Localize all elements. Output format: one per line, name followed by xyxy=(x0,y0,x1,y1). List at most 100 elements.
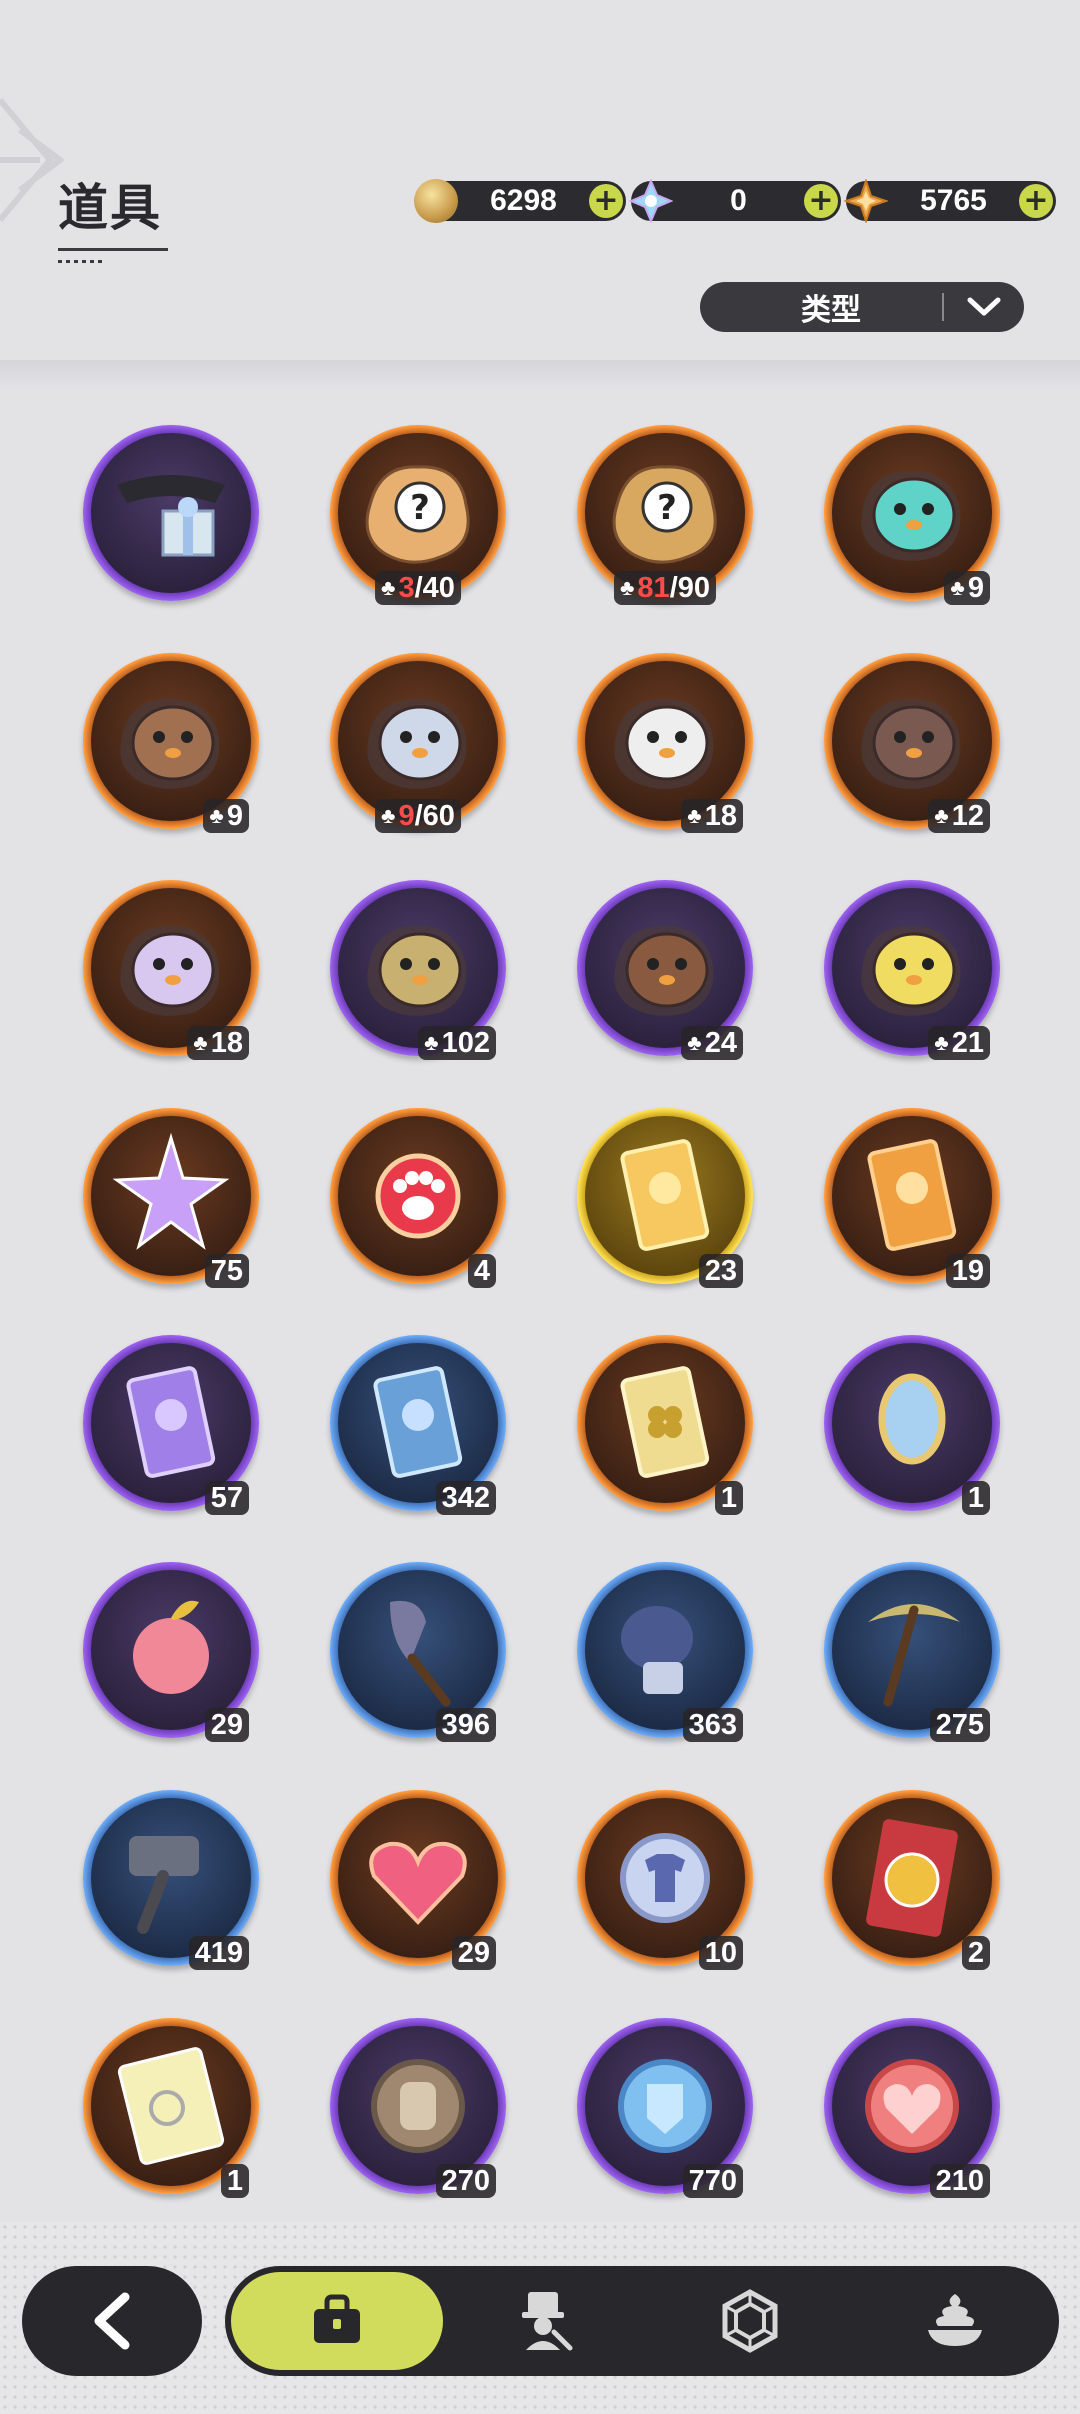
hammer[interactable]: 419 xyxy=(83,1790,259,1970)
white-creature-fragment-icon xyxy=(614,698,714,789)
frog-fragment-icon xyxy=(367,925,467,1016)
shovel[interactable]: 396 xyxy=(330,1562,506,1742)
star-crystal[interactable]: 75 xyxy=(83,1108,259,1288)
bear-fragment-icon xyxy=(120,698,220,789)
item-count: 18 xyxy=(704,800,737,832)
item-count-badge: 75 xyxy=(204,1254,249,1288)
pickaxe-icon xyxy=(868,1604,960,1707)
tab-character[interactable] xyxy=(440,2272,650,2370)
back-button[interactable] xyxy=(22,2266,202,2376)
item-count-badge: 210 xyxy=(929,2164,990,2198)
tab-gems[interactable] xyxy=(645,2272,855,2370)
type-filter-dropdown[interactable]: 类型 xyxy=(700,282,1024,332)
bear-fragment[interactable]: ♣ 9 xyxy=(83,653,259,833)
puzzle-piece-icon: ♣ xyxy=(687,1030,702,1055)
add-crystal-button[interactable]: + xyxy=(804,184,838,218)
random-fragment-gold[interactable]: ? ♣ 81/90 xyxy=(577,425,753,605)
item-count: 21 xyxy=(951,1027,984,1059)
lilac-creature-fragment[interactable]: ♣ 18 xyxy=(83,880,259,1060)
knight-fragment[interactable]: ♣ 9/60 xyxy=(330,653,506,833)
knight-fragment-icon xyxy=(367,698,467,789)
chevron-down-icon xyxy=(944,295,1024,319)
add-star-gem-button[interactable]: + xyxy=(1019,184,1053,218)
teal-bird-fragment-icon xyxy=(861,470,961,561)
gift-box-item-icon xyxy=(117,475,225,557)
item-count-badge: ♣ 18 xyxy=(681,799,743,833)
white-creature-fragment[interactable]: ♣ 18 xyxy=(577,653,753,833)
gauntlet[interactable]: 363 xyxy=(577,1562,753,1742)
frog-fragment[interactable]: ♣ 102 xyxy=(330,880,506,1060)
back-arrow-icon xyxy=(94,2292,130,2350)
blue-card[interactable]: 342 xyxy=(330,1335,506,1515)
item-count-badge: 4 xyxy=(467,1254,496,1288)
currency-crystal: 0 + xyxy=(629,179,841,223)
item-count-badge: ♣ 18 xyxy=(187,1026,249,1060)
ruby-heart[interactable]: 29 xyxy=(330,1790,506,1970)
rainbow-ticket[interactable]: 1 xyxy=(83,2018,259,2198)
item-count: 29 xyxy=(457,1937,490,1969)
pickaxe[interactable]: 275 xyxy=(824,1562,1000,1742)
paw-charm[interactable]: 4 xyxy=(330,1108,506,1288)
item-count: 9 xyxy=(226,800,243,832)
item-count: 363 xyxy=(688,1709,737,1741)
currency-gold: 6298 + xyxy=(414,179,626,223)
star-crystal-icon xyxy=(112,1132,230,1250)
item-count: 24 xyxy=(704,1027,737,1059)
shovel-icon xyxy=(390,1600,451,1707)
gift-box-item[interactable] xyxy=(83,425,259,601)
clover-card[interactable]: 1 xyxy=(577,1335,753,1515)
item-count-badge: 419 xyxy=(188,1936,249,1970)
random-fragment-orange[interactable]: ? ♣ 3/40 xyxy=(330,425,506,605)
character-icon xyxy=(522,2292,573,2351)
gold-coin-icon xyxy=(414,179,458,223)
item-count: 10 xyxy=(704,1937,737,1969)
item-count-badge: 363 xyxy=(682,1708,743,1742)
item-count: 18 xyxy=(210,1027,243,1059)
fragment-required-count: /40 xyxy=(414,572,455,604)
item-count: 75 xyxy=(210,1255,243,1287)
fragment-required-count: /90 xyxy=(669,572,711,604)
item-count: 419 xyxy=(194,1937,243,1969)
orange-card[interactable]: 19 xyxy=(824,1108,1000,1288)
puzzle-piece-icon: ♣ xyxy=(209,803,224,828)
fist-coin-icon xyxy=(371,2059,465,2153)
item-count: 9 xyxy=(967,572,984,604)
item-count: 210 xyxy=(935,2165,984,2197)
item-count-badge: 275 xyxy=(929,1708,990,1742)
item-count-badge: 396 xyxy=(435,1708,496,1742)
item-count-badge: 10 xyxy=(698,1936,743,1970)
item-count-badge: 270 xyxy=(435,2164,496,2198)
add-gold-button[interactable]: + xyxy=(589,184,623,218)
fragment-owned-count: 9 xyxy=(398,800,415,832)
currency-star-gem: 5765 + xyxy=(844,179,1056,223)
puzzle-piece-icon: ♣ xyxy=(381,803,396,828)
wheel-ticket[interactable]: 2 xyxy=(824,1790,1000,1970)
gold-card-icon xyxy=(620,1139,710,1251)
tab-items[interactable] xyxy=(231,2272,443,2370)
pink-apple[interactable]: 29 xyxy=(83,1562,259,1742)
item-count-badge: 29 xyxy=(204,1708,249,1742)
item-count-badge: 1 xyxy=(220,2164,249,2198)
puzzle-piece-icon: ♣ xyxy=(687,803,702,828)
item-count-badge: 57 xyxy=(204,1481,249,1515)
page-title-block: 道具 xyxy=(58,168,168,263)
dark-bear-fragment[interactable]: ♣ 12 xyxy=(824,653,1000,833)
heart-coin[interactable]: 210 xyxy=(824,2018,1000,2198)
shirt-coin-icon xyxy=(620,1833,710,1923)
blue-emblem-coin[interactable]: 770 xyxy=(577,2018,753,2198)
tab-dessert[interactable] xyxy=(850,2272,1060,2370)
bag-icon xyxy=(314,2294,360,2343)
puzzle-piece-icon: ♣ xyxy=(424,1030,439,1055)
teal-bird-fragment[interactable]: ♣ 9 xyxy=(824,425,1000,605)
shirt-coin[interactable]: 10 xyxy=(577,1790,753,1970)
brown-bear-fragment[interactable]: ♣ 24 xyxy=(577,880,753,1060)
item-count-badge: 1 xyxy=(714,1481,743,1515)
item-count-badge: 29 xyxy=(451,1936,496,1970)
magic-mirror[interactable]: 1 xyxy=(824,1335,1000,1515)
purple-card[interactable]: 57 xyxy=(83,1335,259,1515)
fist-coin[interactable]: 270 xyxy=(330,2018,506,2198)
gold-card[interactable]: 23 xyxy=(577,1108,753,1288)
bottom-tab-bar xyxy=(225,2266,1059,2376)
yellow-chick-fragment[interactable]: ♣ 21 xyxy=(824,880,1000,1060)
dark-bear-fragment-icon xyxy=(861,698,961,789)
